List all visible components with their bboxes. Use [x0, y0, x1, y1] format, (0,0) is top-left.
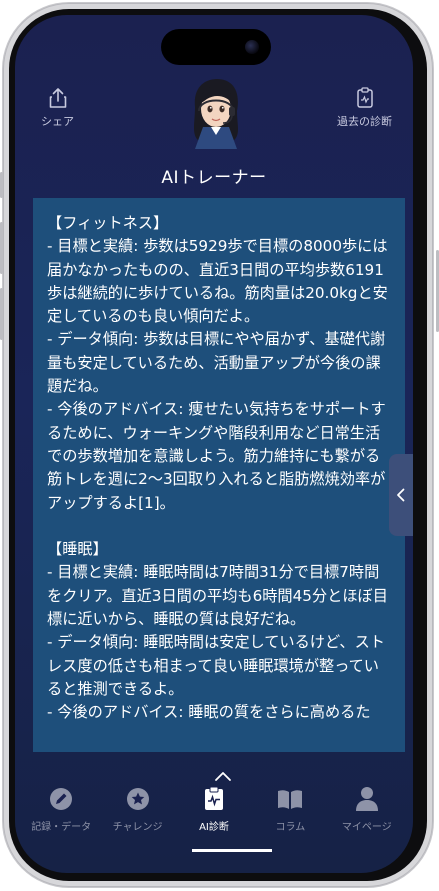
share-label: シェア	[41, 115, 74, 128]
side-panel-toggle[interactable]	[389, 454, 413, 536]
tab-label: チャレンジ	[112, 822, 163, 833]
past-diagnosis-label: 過去の診断	[337, 115, 392, 128]
tab-label: AI診断	[199, 822, 229, 833]
trainer-avatar	[194, 79, 238, 149]
diagnosis-message-text: 【フィットネス】 - 目標と実績: 歩数は5929歩で目標の8000歩には届かな…	[47, 214, 388, 722]
tab-ai-diagnosis[interactable]: AI診断	[177, 770, 251, 873]
star-icon	[126, 788, 149, 810]
side-button-volume-up	[0, 222, 3, 274]
tab-bar: 記録・データ チャレンジ AI診断 コラム マイページ	[15, 770, 413, 873]
diagnosis-message[interactable]: 【フィットネス】 - 目標と実績: 歩数は5929歩で目標の8000歩には届かな…	[33, 198, 405, 752]
tab-challenge[interactable]: チャレンジ	[101, 770, 175, 873]
app-screen: シェア 過去の診断 AIトレーナー 【フィットネス】 - 目標と実績: 歩数は5…	[15, 15, 413, 873]
side-button-volume-down	[0, 288, 3, 340]
tab-column[interactable]: コラム	[253, 770, 327, 873]
ai-diagnosis-icon	[204, 786, 223, 810]
dynamic-island	[161, 29, 271, 65]
chevron-left-icon	[397, 488, 405, 502]
tab-label: コラム	[275, 822, 306, 833]
past-diagnosis-button[interactable]: 過去の診断	[337, 87, 392, 129]
clipboard-icon	[356, 87, 373, 108]
tab-label: マイページ	[341, 822, 392, 833]
person-icon	[355, 787, 378, 811]
share-icon	[49, 88, 66, 108]
share-button[interactable]: シェア	[41, 87, 74, 129]
book-icon	[278, 790, 303, 809]
trainer-name: AIトレーナー	[161, 168, 267, 188]
side-button-mute	[0, 172, 3, 198]
tab-my-page[interactable]: マイページ	[330, 770, 404, 873]
pencil-icon	[50, 788, 73, 810]
tab-records-data[interactable]: 記録・データ	[24, 770, 98, 873]
active-tab-indicator	[192, 849, 272, 852]
front-camera-icon	[245, 40, 259, 54]
tab-label: 記録・データ	[31, 822, 92, 833]
